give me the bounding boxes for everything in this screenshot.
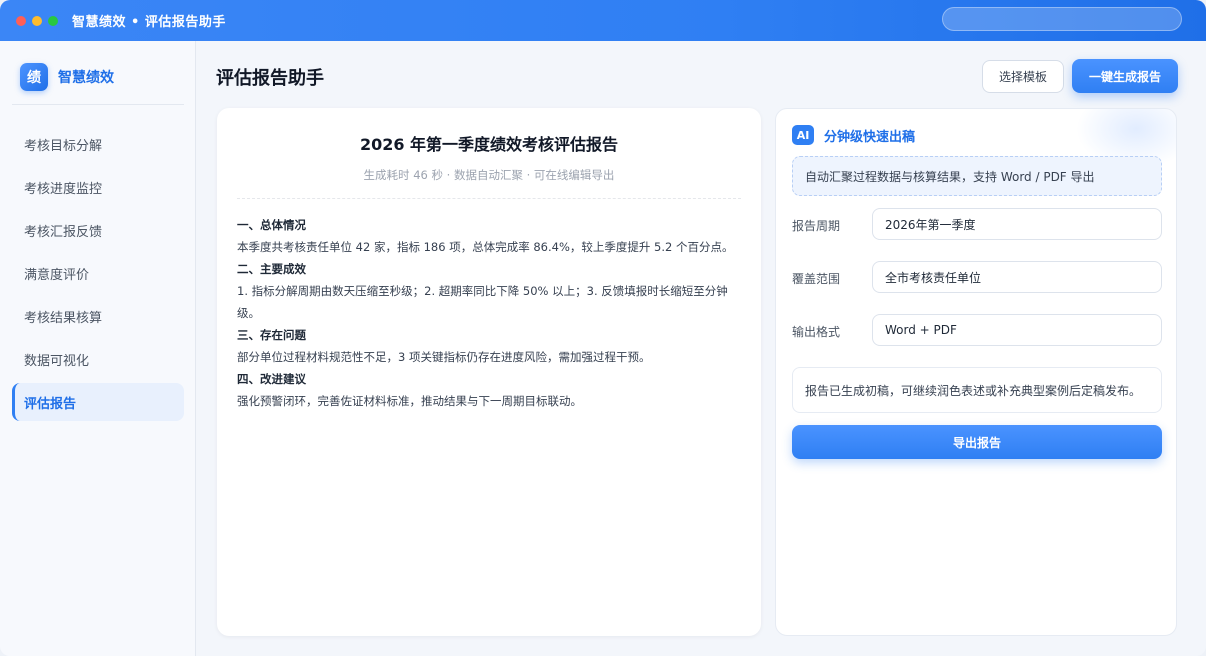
window-controls [16,15,58,26]
sidebar-item-evaluation-report[interactable]: 评估报告 [12,383,184,421]
search-input[interactable] [942,7,1182,31]
report-title: 2026 年第一季度绩效考核评估报告 [359,135,619,154]
brand-logo: 绩 [20,63,48,91]
app-window: 智慧绩效 • 评估报告助手 绩 智慧绩效 考核目标分解 考核进度监控 考核汇报反… [0,0,1206,656]
report-period-label: 报告周期 [792,219,841,233]
info-note: 自动汇聚过程数据与核算结果，支持 Word / PDF 导出 [792,156,1162,196]
section-heading: 二、主要成效 [237,262,306,276]
sidebar-item-progress-monitoring[interactable]: 考核进度监控 [12,168,184,206]
section-text: 强化预警闭环，完善佐证材料标准，推动结果与下一周期目标联动。 [237,394,582,408]
report-body[interactable]: 一、总体情况 本季度共考核责任单位 42 家，指标 186 项，总体完成率 86… [237,214,741,412]
sidebar-item-result-accounting[interactable]: 考核结果核算 [12,297,184,335]
export-report-button[interactable]: 导出报告 [792,425,1162,459]
generation-panel: AI 分钟级快速出稿 自动汇聚过程数据与核算结果，支持 Word / PDF 导… [775,108,1177,636]
minimize-window-button[interactable] [32,15,42,26]
panel-title: 分钟级快速出稿 [824,129,916,145]
maximize-window-button[interactable] [48,15,58,26]
brand: 绩 智慧绩效 [20,63,114,91]
report-preview: 2026 年第一季度绩效考核评估报告 生成耗时 46 秒 · 数据自动汇聚 · … [217,108,761,636]
section-heading: 四、改进建议 [237,372,306,386]
status-message: 报告已生成初稿，可继续润色表述或补充典型案例后定稿发布。 [792,367,1162,413]
report-period-field[interactable]: 2026年第一季度 [872,208,1162,240]
section-text: 部分单位过程材料规范性不足，3 项关键指标仍存在进度风险，需加强过程干预。 [237,350,651,364]
output-format-field[interactable]: Word + PDF [872,314,1162,346]
ai-icon: AI [792,125,814,145]
sidebar: 绩 智慧绩效 考核目标分解 考核进度监控 考核汇报反馈 满意度评价 考核结果核算… [0,41,196,656]
section-heading: 三、存在问题 [237,328,306,342]
coverage-field[interactable]: 全市考核责任单位 [872,261,1162,293]
title-bar: 智慧绩效 • 评估报告助手 [0,0,1206,41]
sidebar-item-visualization[interactable]: 数据可视化 [12,340,184,378]
panel-header: AI 分钟级快速出稿 [792,125,915,145]
output-format-label: 输出格式 [792,325,841,339]
window-title: 智慧绩效 • 评估报告助手 [72,15,226,30]
coverage-label: 覆盖范围 [792,272,841,286]
section-heading: 一、总体情况 [237,218,306,232]
report-subtitle: 生成耗时 46 秒 · 数据自动汇聚 · 可在线编辑导出 [363,168,615,182]
divider [12,104,184,105]
brand-name: 智慧绩效 [58,70,114,86]
page-title: 评估报告助手 [216,68,324,89]
divider [237,198,741,199]
sidebar-item-target-decomposition[interactable]: 考核目标分解 [12,125,184,163]
section-text: 1. 指标分解周期由数天压缩至秒级；2. 超期率同比下降 50% 以上；3. 反… [237,284,728,320]
sidebar-nav: 考核目标分解 考核进度监控 考核汇报反馈 满意度评价 考核结果核算 数据可视化 … [12,125,184,426]
section-text: 本季度共考核责任单位 42 家，指标 186 项，总体完成率 86.4%，较上季… [237,240,734,254]
sidebar-item-report-feedback[interactable]: 考核汇报反馈 [12,211,184,249]
sidebar-item-satisfaction[interactable]: 满意度评价 [12,254,184,292]
generate-report-button[interactable]: 一键生成报告 [1072,59,1178,93]
close-window-button[interactable] [16,15,26,26]
select-template-button[interactable]: 选择模板 [982,60,1064,93]
